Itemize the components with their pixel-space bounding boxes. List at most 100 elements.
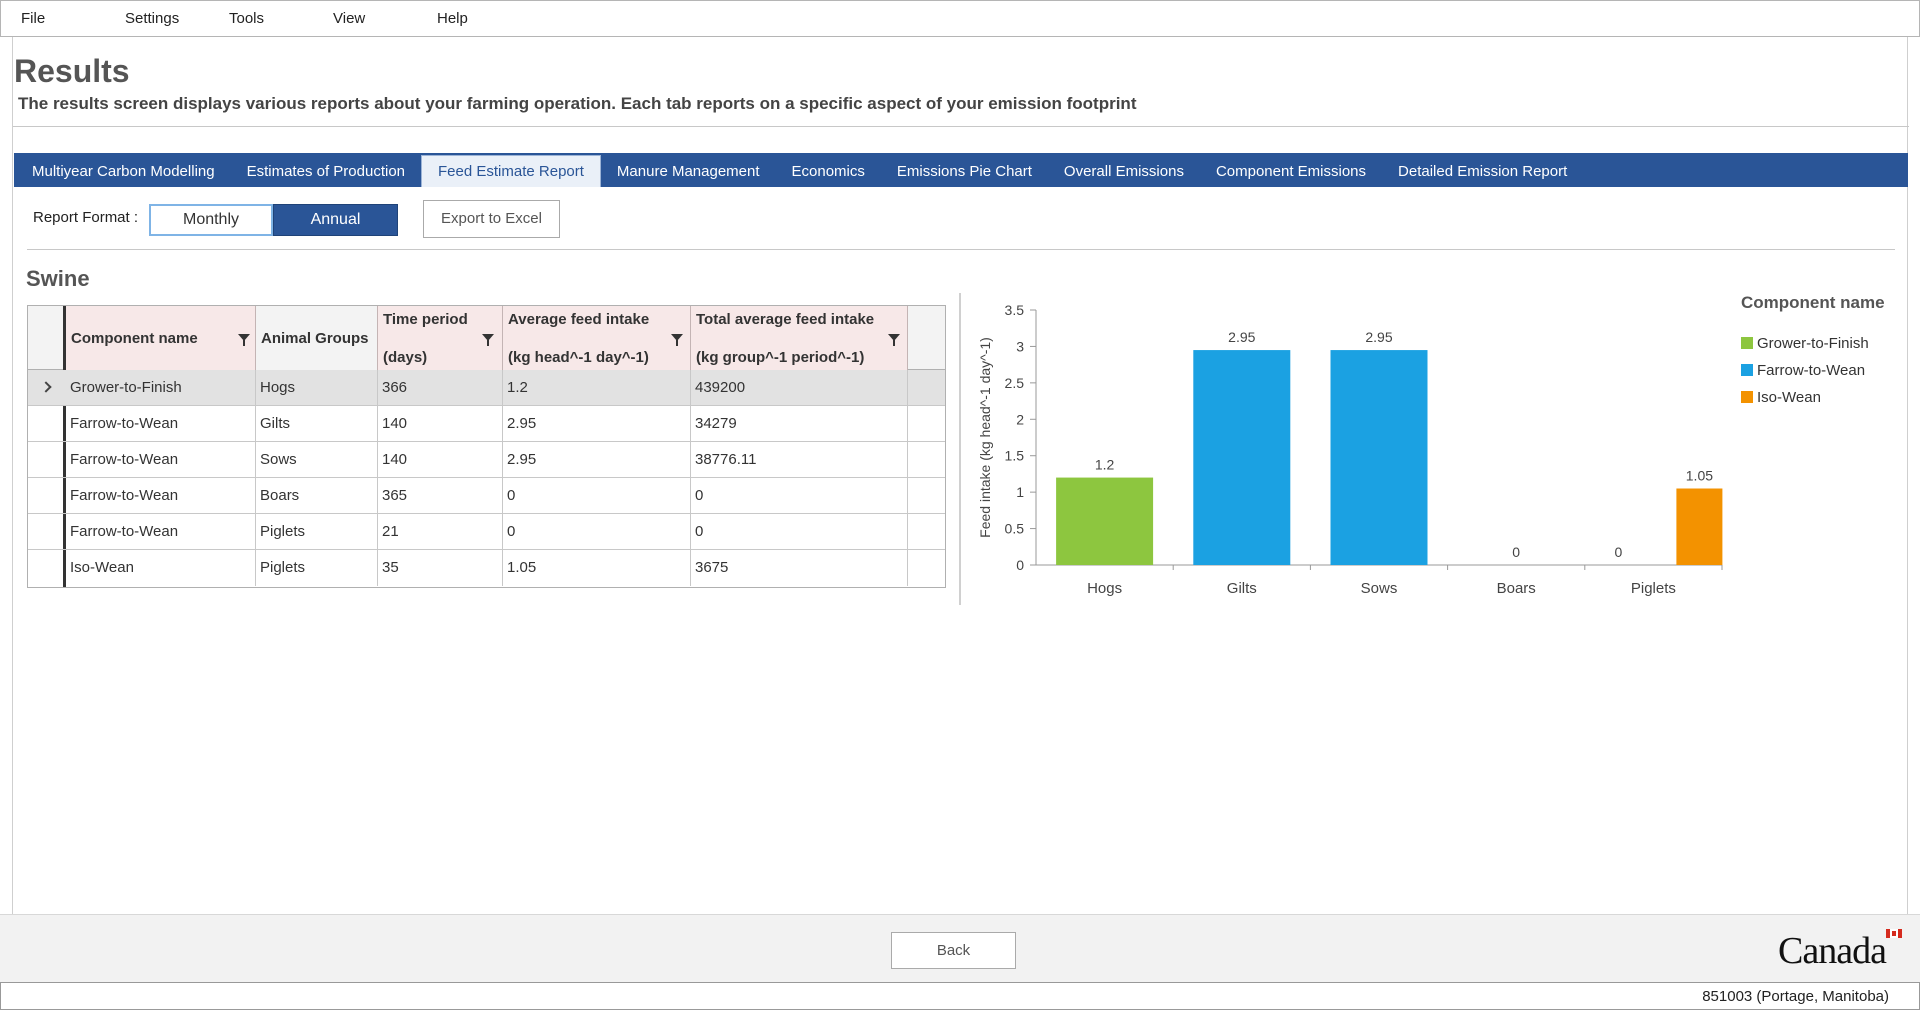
legend-label: Iso-Wean [1757,389,1821,406]
cell-average-feed-intake[interactable]: 1.2 [503,370,691,406]
table-row[interactable]: Iso-Wean Piglets 35 1.05 3675 [28,550,945,586]
cell-average-feed-intake[interactable]: 2.95 [503,442,691,478]
bar-hogs-grower-to-finish [1056,477,1154,565]
data-label: 1.2 [1095,457,1115,473]
footer-bar: Back Canada [0,914,1920,982]
column-header-label: Time period [383,311,468,328]
cell-total-feed-intake[interactable]: 34279 [691,406,908,442]
cell-component-name[interactable]: Farrow-to-Wean [66,478,256,514]
filter-icon[interactable] [482,334,494,346]
annual-toggle-button[interactable]: Annual [273,204,398,236]
y-tick-label: 3 [1016,338,1024,354]
x-tick-label: Hogs [1087,580,1122,597]
cell-animal-group[interactable]: Boars [256,478,378,514]
menu-help[interactable]: Help [417,10,521,27]
legend-item-farrow-to-wean: Farrow-to-Wean [1741,362,1865,379]
cell-average-feed-intake[interactable]: 1.05 [503,550,691,586]
monthly-toggle-button[interactable]: Monthly [149,204,273,236]
menu-file[interactable]: File [1,10,105,27]
cell-time-period[interactable]: 366 [378,370,503,406]
tab-manure-management[interactable]: Manure Management [601,157,776,187]
cell-component-name[interactable]: Grower-to-Finish [66,370,256,406]
feed-estimate-grid: Component name Animal Groups Time period… [27,305,946,588]
table-row[interactable]: Farrow-to-Wean Piglets 21 0 0 [28,514,945,550]
tab-estimates-of-production[interactable]: Estimates of Production [231,157,421,187]
cell-animal-group[interactable]: Gilts [256,406,378,442]
tab-multiyear-carbon-modelling[interactable]: Multiyear Carbon Modelling [16,157,231,187]
column-header-animal-groups[interactable]: Animal Groups [256,306,378,370]
table-row[interactable]: Farrow-to-Wean Gilts 140 2.95 34279 [28,406,945,442]
column-header-label: Component name [71,330,198,347]
tab-feed-estimate-report[interactable]: Feed Estimate Report [421,155,601,187]
y-tick-label: 0 [1016,557,1024,573]
table-row[interactable]: Farrow-to-Wean Boars 365 0 0 [28,478,945,514]
page-title: Results [14,53,130,89]
column-header-unit: (kg head^-1 day^-1) [508,349,649,366]
cell-time-period[interactable]: 140 [378,406,503,442]
filter-icon[interactable] [671,334,683,346]
cell-time-period[interactable]: 365 [378,478,503,514]
cell-total-feed-intake[interactable]: 0 [691,514,908,550]
cell-total-feed-intake[interactable]: 38776.11 [691,442,908,478]
cell-animal-group[interactable]: Piglets [256,550,378,586]
status-location: 851003 (Portage, Manitoba) [1702,988,1889,1005]
y-tick-label: 3.5 [1005,302,1025,318]
cell-average-feed-intake[interactable]: 0 [503,478,691,514]
cell-total-feed-intake[interactable]: 0 [691,478,908,514]
column-header-unit: (days) [383,349,428,366]
export-to-excel-button[interactable]: Export to Excel [423,200,560,238]
y-tick-label: 1 [1016,484,1024,500]
tab-component-emissions[interactable]: Component Emissions [1200,157,1382,187]
legend-swatch [1741,364,1753,376]
column-header-time-period[interactable]: Time period (days) [378,306,503,370]
tab-emissions-pie-chart[interactable]: Emissions Pie Chart [881,157,1048,187]
column-header-label: Animal Groups [261,330,369,347]
x-tick-label: Boars [1497,580,1536,597]
column-header-component-name[interactable]: Component name [66,306,256,370]
column-header-total-average-feed-intake[interactable]: Total average feed intake (kg group^-1 p… [691,306,908,370]
column-header-unit: (kg group^-1 period^-1) [696,349,865,366]
table-row[interactable]: Grower-to-Finish Hogs 366 1.2 439200 [28,370,945,406]
cell-component-name[interactable]: Farrow-to-Wean [66,406,256,442]
data-label: 1.05 [1686,468,1713,484]
table-row[interactable]: Farrow-to-Wean Sows 140 2.95 38776.11 [28,442,945,478]
cell-time-period[interactable]: 21 [378,514,503,550]
cell-total-feed-intake[interactable]: 3675 [691,550,908,586]
column-header-average-feed-intake[interactable]: Average feed intake (kg head^-1 day^-1) [503,306,691,370]
data-label: 0 [1512,544,1520,560]
cell-animal-group[interactable]: Hogs [256,370,378,406]
cell-time-period[interactable]: 140 [378,442,503,478]
menu-settings[interactable]: Settings [105,10,209,27]
x-tick-label: Gilts [1227,580,1257,597]
cell-average-feed-intake[interactable]: 0 [503,514,691,550]
cell-animal-group[interactable]: Piglets [256,514,378,550]
y-axis-label: Feed intake (kg head^-1 day^-1) [977,337,993,538]
results-tab-bar: Multiyear Carbon Modelling Estimates of … [14,153,1908,187]
cell-component-name[interactable]: Iso-Wean [66,550,256,586]
data-label: 0 [1615,544,1623,560]
filter-icon[interactable] [238,334,250,346]
filter-icon[interactable] [888,334,900,346]
menu-view[interactable]: View [313,10,417,27]
column-header-label: Average feed intake [508,311,650,328]
section-title: Swine [26,266,90,291]
canada-flag-icon [1886,929,1902,938]
cell-animal-group[interactable]: Sows [256,442,378,478]
menu-tools[interactable]: Tools [209,10,313,27]
page-subtitle: The results screen displays various repo… [18,94,1137,113]
cell-total-feed-intake[interactable]: 439200 [691,370,908,406]
cell-average-feed-intake[interactable]: 2.95 [503,406,691,442]
bar-gilts-farrow-to-wean [1193,350,1291,565]
y-tick-label: 1.5 [1005,448,1025,464]
divider [13,126,1909,127]
grid-header: Component name Animal Groups Time period… [28,306,945,370]
cell-component-name[interactable]: Farrow-to-Wean [66,514,256,550]
tab-detailed-emission-report[interactable]: Detailed Emission Report [1382,157,1583,187]
tab-overall-emissions[interactable]: Overall Emissions [1048,157,1200,187]
legend-item-iso-wean: Iso-Wean [1741,389,1821,406]
tab-economics[interactable]: Economics [776,157,881,187]
cell-component-name[interactable]: Farrow-to-Wean [66,442,256,478]
y-tick-label: 2.5 [1005,375,1025,391]
cell-time-period[interactable]: 35 [378,550,503,586]
back-button[interactable]: Back [891,932,1016,969]
